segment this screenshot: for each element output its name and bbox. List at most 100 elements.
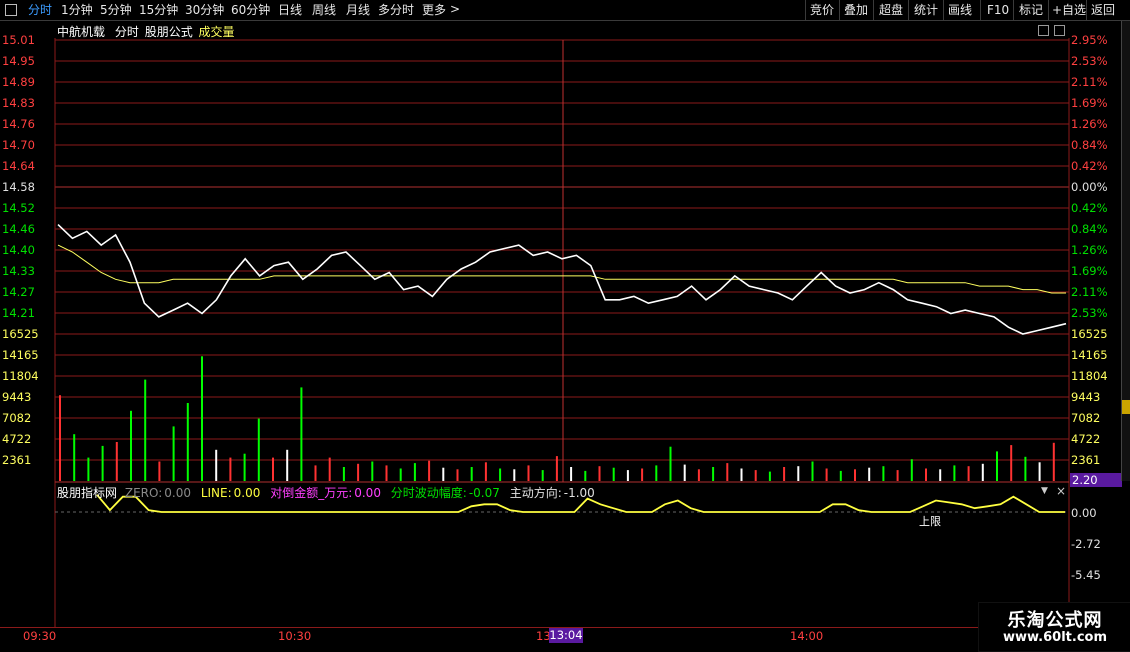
price-label: 14.21	[2, 306, 35, 320]
wave-value: -0.07	[468, 486, 500, 500]
wave-label: 分时波动幅度:	[390, 486, 467, 500]
top-toolbar: 分时 1分钟 5分钟 15分钟 30分钟 60分钟 日线 周线 月线 多分时 更…	[0, 0, 1130, 21]
close-indicator-icon[interactable]: ×	[1056, 484, 1066, 498]
volume-bar	[527, 465, 530, 481]
tab-daily[interactable]: 日线	[278, 2, 302, 18]
volume-bar	[570, 467, 573, 481]
draw-line-button[interactable]: 画线	[948, 2, 972, 18]
volume-bar	[243, 453, 246, 481]
toolbar-square-icon[interactable]	[5, 4, 17, 16]
f10-button[interactable]: F10	[987, 2, 1009, 18]
volume-bar	[385, 465, 388, 481]
volume-bar	[314, 465, 317, 481]
tab-1min[interactable]: 1分钟	[61, 2, 93, 18]
volume-bar	[342, 467, 345, 481]
volume-label: 2361	[1071, 453, 1101, 467]
volume-label: 11804	[1071, 369, 1108, 383]
price-label: 14.64	[2, 159, 35, 173]
volume-bar	[456, 469, 459, 481]
indicator-title-bar: 股朋指标网 ZERO: 0.00 LINE: 0.00 对倒金额_万元: 0.00 分…	[57, 484, 595, 501]
pct-label: 1.69%	[1071, 96, 1108, 110]
stock-name: 中航机载	[57, 25, 106, 39]
volume-bar	[967, 466, 970, 481]
amount-value: 0.00	[354, 486, 381, 500]
sub-indicator-name: 成交量	[198, 25, 235, 39]
volume-bar	[910, 459, 913, 481]
tab-30min[interactable]: 30分钟	[185, 2, 224, 18]
average-price-line	[57, 244, 1066, 294]
amount-label: 对倒金额_万元:	[270, 486, 353, 500]
cursor-time-box: 13:04	[549, 628, 583, 643]
volume-bar	[1052, 442, 1055, 481]
price-line	[57, 224, 1067, 335]
mark-button[interactable]: 标记	[1019, 2, 1043, 18]
volume-label: 14165	[1071, 348, 1108, 362]
volume-bar	[612, 467, 615, 481]
volume-bar	[726, 463, 729, 481]
volume-label: 2361	[2, 453, 32, 467]
volume-bar	[1024, 456, 1027, 481]
volume-bar	[953, 465, 956, 481]
volume-bar	[655, 465, 658, 481]
volume-label: 16525	[2, 327, 39, 341]
volume-bar	[1010, 445, 1013, 481]
tab-15min[interactable]: 15分钟	[139, 2, 178, 18]
volume-bar	[825, 468, 828, 481]
indicator-axis-label: -2.72	[1071, 537, 1101, 551]
chevron-down-icon[interactable]: ▼	[1041, 486, 1048, 496]
volume-bar	[272, 457, 274, 481]
intraday-chart[interactable]	[0, 0, 1130, 650]
volume-label: 7082	[2, 411, 32, 425]
settings-icon[interactable]	[1038, 25, 1049, 36]
volume-bar	[101, 445, 104, 481]
volume-bar	[158, 461, 161, 481]
upper-limit-label: 上限	[919, 515, 941, 528]
tab-more[interactable]: 更多	[422, 2, 446, 18]
super-button[interactable]: 超盘	[879, 2, 903, 18]
price-label: 14.76	[2, 117, 35, 131]
volume-bar	[712, 467, 715, 481]
overlay-button[interactable]: 叠加	[844, 2, 868, 18]
tab-weekly[interactable]: 周线	[312, 2, 336, 18]
close-panel-icon[interactable]	[1054, 25, 1065, 36]
price-label: 14.40	[2, 243, 35, 257]
volume-bar	[484, 462, 487, 481]
price-label: 14.46	[2, 222, 35, 236]
volume-bar	[740, 468, 743, 481]
volume-bar	[172, 426, 175, 481]
view-name: 分时	[114, 25, 139, 39]
volume-bar	[73, 434, 76, 481]
tab-multi-fenshi[interactable]: 多分时	[378, 2, 414, 18]
zero-label: ZERO:	[124, 486, 163, 500]
zero-value: 0.00	[164, 486, 191, 500]
volume-bar	[697, 469, 700, 481]
back-button[interactable]: 返回	[1091, 2, 1115, 18]
tab-monthly[interactable]: 月线	[346, 2, 370, 18]
volume-bar	[882, 466, 885, 481]
formula-name: 股朋公式	[144, 25, 193, 39]
volume-bar	[215, 449, 218, 481]
tab-5min[interactable]: 5分钟	[100, 2, 132, 18]
statistics-button[interactable]: 统计	[914, 2, 938, 18]
pct-label: 0.00%	[1071, 180, 1108, 194]
chevron-right-icon[interactable]: >	[450, 2, 460, 16]
time-label: 09:30	[23, 629, 57, 643]
volume-bar	[186, 403, 189, 481]
volume-bar	[683, 464, 686, 481]
price-label: 14.95	[2, 54, 35, 68]
dir-value: -1.00	[563, 486, 595, 500]
volume-bar	[811, 461, 814, 481]
volume-bar	[1038, 462, 1041, 481]
volume-bar	[371, 461, 374, 481]
volume-bar	[130, 410, 132, 481]
time-label: 14:00	[790, 629, 824, 643]
add-watchlist-button[interactable]: +自选	[1052, 2, 1086, 18]
tab-60min[interactable]: 60分钟	[231, 2, 270, 18]
line-label: LINE:	[200, 486, 232, 500]
bidding-button[interactable]: 竞价	[810, 2, 834, 18]
pct-label: 0.84%	[1071, 138, 1108, 152]
tab-fenshi[interactable]: 分时	[28, 2, 52, 18]
volume-bar	[399, 468, 402, 481]
watermark-logo: 乐淘公式网 www.60lt.com	[978, 602, 1130, 652]
volume-bar	[584, 470, 587, 481]
